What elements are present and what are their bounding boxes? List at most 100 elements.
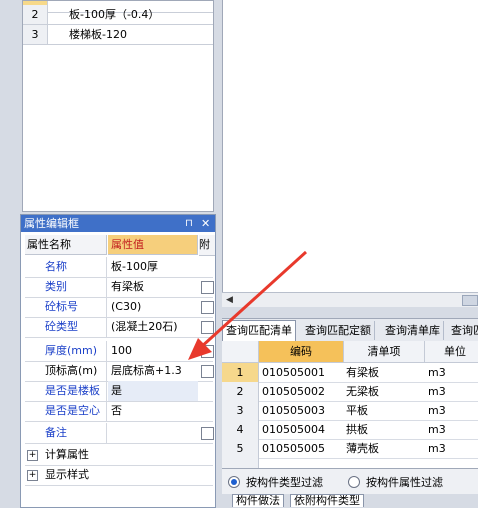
scrollbar-thumb[interactable] — [462, 295, 478, 306]
attach-checkbox[interactable] — [201, 301, 214, 314]
group-label: 计算属性 — [45, 448, 89, 461]
list-row[interactable]: 2 板-100厚（-0.4） — [23, 5, 213, 25]
cell-unit: m3 — [428, 442, 446, 455]
cell-item: 有梁板 — [346, 366, 379, 379]
property-label: 是否是楼板 — [25, 381, 107, 401]
property-label: 是否是空心 — [25, 401, 107, 421]
row-number: 1 — [222, 363, 259, 382]
component-list: 2 板-100厚（-0.4） 3 楼梯板-120 — [22, 0, 214, 212]
attach-checkbox[interactable] — [201, 427, 214, 440]
cell-unit: m3 — [428, 366, 446, 379]
cell-item: 薄壳板 — [346, 442, 379, 455]
property-label: 备注 — [25, 423, 107, 443]
group-row-display-style[interactable]: + 显示样式 — [25, 465, 213, 486]
cell-code: 010505001 — [262, 366, 325, 379]
cell-item: 平板 — [346, 404, 368, 417]
table-row[interactable]: 3 010505003 平板 m3 — [222, 401, 478, 421]
property-value[interactable]: (C30) — [108, 297, 198, 317]
property-value[interactable]: 是 — [108, 381, 198, 401]
property-row-is-hollow[interactable]: 是否是空心 否 — [25, 401, 213, 422]
match-list-table: 编码 清单项 单位 1 010505001 有梁板 m3 2 010505002… — [222, 341, 478, 468]
attach-checkbox[interactable] — [201, 345, 214, 358]
property-label: 顶标高(m) — [25, 361, 107, 381]
cell-code: 010505004 — [262, 423, 325, 436]
query-tab-bar: 查询匹配清单 查询匹配定额 查询清单库 查询匹 — [222, 318, 478, 342]
table-row[interactable] — [222, 458, 478, 468]
property-value[interactable]: 板-100厚 — [108, 257, 198, 277]
column-header-code[interactable]: 编码 — [259, 341, 344, 363]
filter-by-attribute-radio[interactable] — [348, 476, 360, 488]
row-number: 3 — [23, 25, 48, 44]
property-row-is-floor[interactable]: 是否是楼板 是 — [25, 381, 213, 402]
panel-title: 属性编辑框 — [24, 217, 79, 230]
property-value[interactable]: (混凝土20石) — [108, 317, 198, 337]
cell-code: 010505003 — [262, 404, 325, 417]
row-number: 2 — [222, 382, 259, 401]
horizontal-scrollbar[interactable]: ◀ — [222, 292, 478, 307]
cell-unit: m3 — [428, 423, 446, 436]
pin-icon[interactable]: ⊓ — [185, 215, 193, 232]
property-row-thickness[interactable]: 厚度(mm) 100 — [25, 341, 214, 362]
panel-title-bar: 属性编辑框 ⊓ ✕ — [21, 215, 215, 232]
row-number: 2 — [23, 5, 48, 24]
property-label: 名称 — [25, 257, 107, 277]
property-row-category[interactable]: 类别 有梁板 — [25, 277, 214, 298]
tab-query-list-library[interactable]: 查询清单库 — [382, 321, 444, 340]
filter-by-type-radio[interactable] — [228, 476, 240, 488]
property-row-concrete-type[interactable]: 砼类型 (混凝土20石) — [25, 317, 214, 338]
bottom-tab-bar: 构件做法 依附构件类型 — [222, 494, 478, 507]
cell-unit: m3 — [428, 385, 446, 398]
property-value[interactable]: 100 — [108, 341, 198, 361]
property-value[interactable]: 层底标高+1.3 — [108, 361, 198, 381]
list-row[interactable]: 3 楼梯板-120 — [23, 25, 213, 45]
group-label: 显示样式 — [45, 468, 89, 481]
filter-bar: 按构件类型过滤 按构件属性过滤 — [222, 468, 478, 495]
cell-item: 无梁板 — [346, 385, 379, 398]
column-header-unit[interactable]: 单位 — [425, 341, 478, 363]
attach-checkbox[interactable] — [201, 321, 214, 334]
attach-checkbox[interactable] — [201, 365, 214, 378]
table-row[interactable]: 1 010505001 有梁板 m3 — [222, 363, 478, 383]
cell-code: 010505005 — [262, 442, 325, 455]
header-name: 属性名称 — [25, 235, 107, 255]
tab-query-match-list[interactable]: 查询匹配清单 — [222, 320, 296, 342]
scroll-left-icon[interactable]: ◀ — [226, 295, 233, 305]
corner-header — [222, 341, 259, 363]
table-row[interactable]: 5 010505005 薄壳板 m3 — [222, 439, 478, 459]
cell-unit: m3 — [428, 404, 446, 417]
tab-attached-component-type[interactable]: 依附构件类型 — [290, 494, 364, 507]
property-label: 砼类型 — [25, 317, 107, 337]
component-name: 楼梯板-120 — [69, 28, 127, 41]
attach-checkbox[interactable] — [201, 281, 214, 294]
property-row-remark[interactable]: 备注 — [25, 423, 214, 444]
row-number: 3 — [222, 401, 259, 420]
table-row[interactable]: 4 010505004 拱板 m3 — [222, 420, 478, 440]
header-value: 属性值 — [108, 235, 198, 255]
property-label: 砼标号 — [25, 297, 107, 317]
tab-component-method[interactable]: 构件做法 — [232, 494, 284, 507]
property-row-name[interactable]: 名称 板-100厚 — [25, 257, 213, 278]
property-value[interactable]: 有梁板 — [108, 277, 198, 297]
property-editor-panel: 属性编辑框 ⊓ ✕ 属性名称 属性值 附 名称 板-100厚 类别 有梁板 砼标… — [20, 214, 216, 508]
property-value[interactable] — [108, 423, 198, 443]
cell-code: 010505002 — [262, 385, 325, 398]
property-value[interactable]: 否 — [108, 401, 198, 421]
property-row-top-elevation[interactable]: 顶标高(m) 层底标高+1.3 — [25, 361, 214, 382]
table-row[interactable]: 2 010505002 无梁板 m3 — [222, 382, 478, 402]
cell-item: 拱板 — [346, 423, 368, 436]
header-attach: 附 — [199, 235, 215, 256]
row-number: 4 — [222, 420, 259, 439]
property-label: 类别 — [25, 277, 107, 297]
component-name: 板-100厚（-0.4） — [69, 8, 160, 21]
row-number: 5 — [222, 439, 259, 458]
filter-by-attribute-label[interactable]: 按构件属性过滤 — [366, 474, 443, 490]
property-label: 厚度(mm) — [25, 341, 107, 361]
group-row-calc-properties[interactable]: + 计算属性 — [25, 445, 213, 466]
column-header-item[interactable]: 清单项 — [344, 341, 425, 363]
tab-query-match-other[interactable]: 查询匹 — [448, 321, 478, 340]
filter-by-type-label[interactable]: 按构件类型过滤 — [246, 474, 323, 490]
drawing-area[interactable] — [222, 0, 478, 292]
tab-query-match-quota[interactable]: 查询匹配定额 — [302, 321, 375, 340]
property-row-concrete-grade[interactable]: 砼标号 (C30) — [25, 297, 214, 318]
close-icon[interactable]: ✕ — [201, 215, 210, 232]
